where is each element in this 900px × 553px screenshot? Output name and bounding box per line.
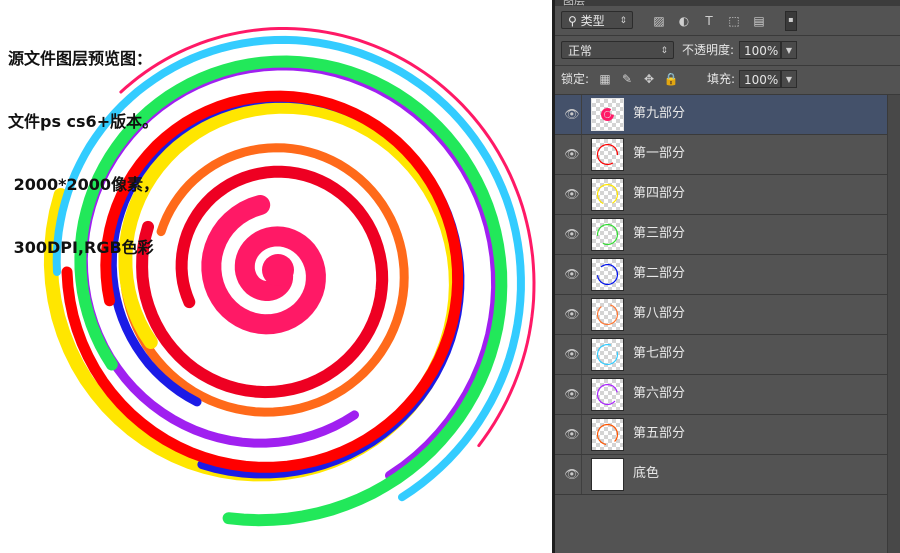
visibility-column-divider xyxy=(581,175,582,214)
layer-name: 第八部分 xyxy=(633,306,686,321)
lock-transparent-icon[interactable]: ▦ xyxy=(597,71,613,87)
adjustment-filter-icon[interactable]: ◐ xyxy=(676,13,692,29)
layer-name: 第五部分 xyxy=(633,426,686,441)
fill-input[interactable]: 100% xyxy=(739,70,781,88)
layer-name: 底色 xyxy=(633,466,660,481)
eye-icon[interactable]: 👁 xyxy=(563,187,581,201)
visibility-column-divider xyxy=(581,215,582,254)
filter-row: ⚲ 类型 ⇕ ▨ ◐ T ⬚ ▤ ▪ xyxy=(555,6,900,36)
visibility-column-divider xyxy=(581,135,582,174)
layer-thumbnail xyxy=(591,338,624,371)
eye-icon[interactable]: 👁 xyxy=(563,307,581,321)
layer-row[interactable]: 👁 底色 xyxy=(555,455,900,495)
lock-move-icon[interactable]: ✥ xyxy=(641,71,657,87)
layer-thumbnail xyxy=(591,178,624,211)
image-filter-icon[interactable]: ▨ xyxy=(651,13,667,29)
chevron-updown-icon: ⇕ xyxy=(619,16,627,26)
chevron-updown-icon: ⇕ xyxy=(660,46,668,56)
eye-icon[interactable]: 👁 xyxy=(563,107,581,121)
spiral-arm xyxy=(119,143,409,417)
blend-row: 正常 ⇕ 不透明度: 100% ▼ xyxy=(555,36,900,66)
layer-row[interactable]: 👁 第六部分 xyxy=(555,375,900,415)
text-filter-icon[interactable]: T xyxy=(701,13,717,29)
visibility-column-divider xyxy=(581,335,582,374)
eye-icon[interactable]: 👁 xyxy=(563,267,581,281)
lock-label: 锁定: xyxy=(561,72,590,86)
layer-thumbnail xyxy=(591,378,624,411)
caption-line-1: 源文件图层预览图： xyxy=(8,49,153,68)
layer-thumbnail xyxy=(591,138,624,171)
layer-row[interactable]: 👁 第一部分 xyxy=(555,135,900,175)
lock-all-icon[interactable]: 🔒 xyxy=(663,71,679,87)
fill-dropdown-icon[interactable]: ▼ xyxy=(781,70,797,88)
opacity-input[interactable]: 100% xyxy=(739,41,781,59)
layer-row[interactable]: 👁 第五部分 xyxy=(555,415,900,455)
visibility-column-divider xyxy=(581,415,582,454)
visibility-column-divider xyxy=(581,455,582,494)
blend-mode-value: 正常 xyxy=(568,44,593,58)
eye-icon[interactable]: 👁 xyxy=(563,467,581,481)
eye-icon[interactable]: 👁 xyxy=(563,227,581,241)
layer-name: 第九部分 xyxy=(633,106,686,121)
layer-thumbnail xyxy=(591,98,624,131)
search-icon: ⚲ xyxy=(568,14,577,28)
opacity-dropdown-icon[interactable]: ▼ xyxy=(781,41,797,59)
layer-list-scrollbar[interactable] xyxy=(887,95,900,553)
layer-name: 第一部分 xyxy=(633,146,686,161)
layer-list: 👁 第九部分 👁 第一部分 👁 第四部分 👁 第三部分 👁 第二部分 👁 第八部分 👁 第七部分 👁 第六部分… xyxy=(555,95,900,495)
blend-mode-select[interactable]: 正常 ⇕ xyxy=(561,41,674,59)
filter-type-select[interactable]: ⚲ 类型 ⇕ xyxy=(561,11,633,29)
layer-thumbnail xyxy=(591,218,624,251)
visibility-column-divider xyxy=(581,295,582,334)
layer-name: 第六部分 xyxy=(633,386,686,401)
preview-caption: 源文件图层预览图： 文件ps cs6+版本。 2000*2000像素， 300D… xyxy=(8,6,159,300)
eye-icon[interactable]: 👁 xyxy=(563,427,581,441)
smart-object-filter-icon[interactable]: ▤ xyxy=(751,13,767,29)
layer-name: 第七部分 xyxy=(633,346,686,361)
visibility-column-divider xyxy=(581,255,582,294)
layer-row[interactable]: 👁 第七部分 xyxy=(555,335,900,375)
caption-line-2: 文件ps cs6+版本。 xyxy=(8,112,159,131)
opacity-label: 不透明度: xyxy=(682,43,735,57)
layer-name: 第三部分 xyxy=(633,226,686,241)
lock-row: 锁定: ▦ ✎ ✥ 🔒 填充: 100% ▼ xyxy=(555,66,900,95)
layer-thumbnail xyxy=(591,458,624,491)
eye-icon[interactable]: 👁 xyxy=(563,347,581,361)
eye-icon[interactable]: 👁 xyxy=(563,387,581,401)
filter-type-label: 类型 xyxy=(580,14,605,28)
layer-row[interactable]: 👁 第三部分 xyxy=(555,215,900,255)
layers-panel: 图层 ⚲ 类型 ⇕ ▨ ◐ T ⬚ ▤ ▪ 正常 ⇕ 不透明度: 100% ▼ … xyxy=(555,0,900,553)
preview-canvas: 源文件图层预览图： 文件ps cs6+版本。 2000*2000像素， 300D… xyxy=(0,0,552,553)
lock-paint-icon[interactable]: ✎ xyxy=(619,71,635,87)
filter-toggle-icon[interactable]: ▪ xyxy=(785,11,797,31)
layer-name: 第四部分 xyxy=(633,186,686,201)
shape-filter-icon[interactable]: ⬚ xyxy=(726,13,742,29)
spiral-center xyxy=(262,254,294,286)
layer-row[interactable]: 👁 第九部分 xyxy=(555,95,900,135)
fill-label: 填充: xyxy=(707,72,736,86)
layer-name: 第二部分 xyxy=(633,266,686,281)
eye-icon[interactable]: 👁 xyxy=(563,147,581,161)
layer-thumbnail xyxy=(591,418,624,451)
layer-thumbnail xyxy=(591,298,624,331)
layer-row[interactable]: 👁 第八部分 xyxy=(555,295,900,335)
caption-line-3: 2000*2000像素， xyxy=(8,175,160,194)
visibility-column-divider xyxy=(581,375,582,414)
caption-line-4: 300DPI,RGB色彩 xyxy=(8,238,154,257)
visibility-column-divider xyxy=(581,95,582,134)
layer-thumbnail xyxy=(591,258,624,291)
layer-row[interactable]: 👁 第四部分 xyxy=(555,175,900,215)
layer-row[interactable]: 👁 第二部分 xyxy=(555,255,900,295)
